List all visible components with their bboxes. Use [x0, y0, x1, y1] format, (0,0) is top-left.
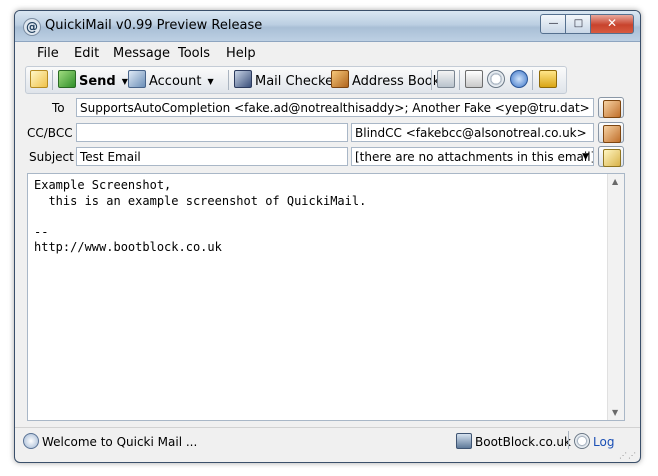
mail-checker-button[interactable]: Mail Checker [234, 70, 338, 90]
log-link-text: Log [593, 435, 615, 449]
minimize-button[interactable]: — [540, 14, 567, 34]
history-button[interactable] [487, 70, 508, 90]
contacts-icon [603, 125, 621, 143]
subject-label: Subject [29, 150, 74, 164]
lock-icon [539, 70, 557, 88]
address-book-label: Address Book [352, 74, 441, 89]
toolbar-separator [532, 70, 533, 90]
status-bar: Welcome to Quicki Mail ... BootBlock.co.… [15, 427, 640, 460]
about-button[interactable] [510, 70, 531, 90]
resize-grip-icon[interactable]: ⋰⋰ [619, 451, 637, 460]
message-body[interactable]: Example Screenshot, this is an example s… [27, 173, 625, 421]
cc-field[interactable] [76, 123, 348, 142]
menu-message[interactable]: Message [113, 46, 170, 61]
scroll-down-arrow-icon[interactable]: ▼ [612, 408, 618, 417]
to-address-book-button[interactable] [598, 97, 624, 118]
toolbar-separator [52, 70, 53, 90]
send-icon [58, 70, 76, 88]
add-attachment-button[interactable] [598, 146, 624, 167]
address-book-icon [331, 70, 349, 88]
cc-address-book-button[interactable] [598, 122, 624, 143]
site-link[interactable]: BootBlock.co.uk [456, 433, 571, 449]
clock-icon [487, 70, 505, 88]
menu-tools[interactable]: Tools [178, 46, 210, 61]
options-button[interactable] [437, 70, 458, 90]
close-button[interactable]: ✕ [590, 14, 634, 34]
info-icon [510, 70, 528, 88]
toolbar: Send ▼ Account ▼ Mail Checker Address Book [25, 66, 567, 94]
notes-button[interactable] [465, 70, 486, 90]
cc-bcc-label: CC/BCC [27, 126, 73, 140]
vertical-scrollbar[interactable]: ▲ ▼ [607, 174, 624, 420]
address-book-button[interactable]: Address Book [331, 70, 440, 90]
account-label: Account [149, 74, 202, 89]
maximize-button[interactable]: □ [565, 14, 592, 34]
window-title: QuickiMail v0.99 Preview Release [45, 18, 263, 33]
computer-icon [456, 433, 472, 449]
toolbar-separator [459, 70, 460, 90]
attachments-dropdown[interactable]: [there are no attachments in this email]… [351, 147, 594, 166]
status-message: Welcome to Quicki Mail ... [23, 433, 197, 449]
new-mail-icon [30, 70, 48, 88]
title-bar[interactable]: @ QuickiMail v0.99 Preview Release — □ ✕ [15, 11, 640, 42]
bcc-field[interactable]: BlindCC <fakebcc@alsonotreal.co.uk> [351, 123, 594, 142]
scroll-up-arrow-icon[interactable]: ▲ [612, 177, 618, 186]
at-sign-app-icon: @ [23, 18, 41, 36]
log-link[interactable]: Log [574, 433, 614, 449]
chevron-down-icon: ▼ [582, 152, 589, 162]
log-clock-icon [574, 433, 590, 449]
send-dropdown-arrow-icon[interactable]: ▼ [122, 77, 128, 86]
info-icon [23, 433, 39, 449]
new-message-button[interactable] [30, 70, 51, 90]
menu-file[interactable]: File [37, 46, 59, 61]
attachment-icon [603, 149, 621, 167]
app-window: @ QuickiMail v0.99 Preview Release — □ ✕… [14, 10, 641, 463]
to-label: To [52, 101, 65, 115]
toolbar-separator [431, 70, 432, 90]
send-label: Send [79, 74, 116, 89]
lock-button[interactable] [539, 70, 560, 90]
send-button[interactable]: Send ▼ [58, 70, 128, 90]
toolbar-separator [228, 70, 229, 90]
notepad-icon [465, 70, 483, 88]
menu-help[interactable]: Help [226, 46, 256, 61]
site-link-text: BootBlock.co.uk [475, 435, 571, 449]
status-separator [568, 431, 569, 449]
menu-bar: File Edit Message Tools Help [15, 42, 640, 64]
mail-checker-icon [234, 70, 252, 88]
options-list-icon [437, 70, 455, 88]
account-button[interactable]: Account ▼ [128, 70, 214, 90]
to-field[interactable]: SupportsAutoCompletion <fake.ad@notrealt… [76, 98, 594, 117]
status-message-text: Welcome to Quicki Mail ... [42, 435, 198, 449]
account-dropdown-arrow-icon[interactable]: ▼ [208, 77, 214, 86]
message-body-text: Example Screenshot, this is an example s… [34, 178, 367, 254]
subject-field[interactable]: Test Email [76, 147, 348, 166]
mail-checker-label: Mail Checker [255, 74, 339, 89]
account-icon [128, 70, 146, 88]
menu-edit[interactable]: Edit [74, 46, 99, 61]
attachments-value: [there are no attachments in this email] [355, 150, 594, 164]
contacts-icon [603, 100, 621, 118]
